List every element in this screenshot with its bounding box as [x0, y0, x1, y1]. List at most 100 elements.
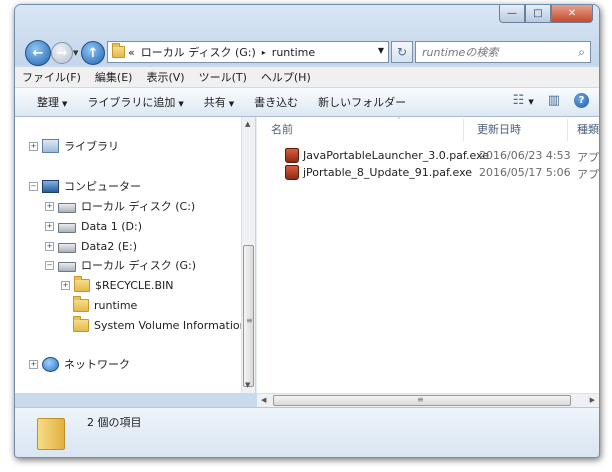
caption-buttons: — □ ✕	[499, 5, 593, 24]
preview-pane-icon[interactable]: ▥	[548, 93, 560, 108]
new-folder-button[interactable]: 新しいフォルダー	[308, 94, 416, 110]
file-name: jPortable_8_Update_91.paf.exe	[303, 166, 473, 179]
exe-icon	[285, 148, 299, 163]
scroll-up-icon[interactable]: ▲	[245, 120, 250, 128]
forward-button[interactable]: →	[51, 42, 73, 64]
breadcrumb-separator[interactable]: ▸	[262, 48, 266, 57]
folder-icon	[37, 418, 65, 450]
menu-help[interactable]: ヘルプ(H)	[254, 69, 318, 85]
tree-expander[interactable]: +	[45, 201, 54, 211]
scroll-down-icon[interactable]: ▼	[245, 381, 250, 389]
tree-item-network[interactable]: + ネットワーク	[29, 355, 130, 373]
tree-expander[interactable]: +	[29, 141, 38, 151]
tree-item-drive-c[interactable]: + ローカル ディスク (C:)	[45, 197, 195, 215]
tree-item-recycle-bin[interactable]: + $RECYCLE.BIN	[61, 275, 174, 294]
window-chrome: — □ ✕ ← → ▼ ↑ « ローカル ディスク (G:) ▸ runtime…	[15, 5, 599, 66]
tree-item-system-volume[interactable]: System Volume Information	[73, 315, 247, 334]
file-name-cell[interactable]: JavaPortableLauncher_3.0.paf.exe	[285, 148, 489, 163]
drive-icon	[58, 262, 76, 272]
scroll-left-icon[interactable]: ◀	[261, 396, 266, 404]
new-folder-label: 新しいフォルダー	[318, 96, 407, 109]
column-header-name[interactable]: 名前	[271, 121, 293, 137]
command-bar: 整理 ▼ ライブラリに追加 ▼ 共有 ▼ 書き込む 新しいフォルダー ☷ ▼ ▥ ?	[15, 88, 599, 117]
grip-icon: ≡	[417, 395, 424, 404]
tree-item-drive-e[interactable]: + Data2 (E:)	[45, 237, 137, 255]
tree-expander[interactable]: +	[61, 280, 70, 290]
file-list-scrollbar[interactable]: ◀ ≡ ▶	[257, 393, 599, 408]
view-options-button[interactable]: ☷ ▼	[513, 93, 534, 108]
details-pane: 2 個の項目	[15, 407, 599, 457]
tree-expander[interactable]: −	[29, 181, 38, 191]
tree-expander[interactable]: +	[45, 221, 54, 231]
tree-item-drive-g[interactable]: − ローカル ディスク (G:)	[45, 256, 196, 274]
refresh-icon: ↻	[396, 45, 408, 59]
folder-icon	[73, 315, 89, 332]
tree-item-label: Data2 (E:)	[81, 239, 137, 253]
toolbar-right: ☷ ▼ ▥ ?	[513, 93, 589, 108]
breadcrumb-runtime[interactable]: runtime	[272, 46, 315, 59]
burn-label: 書き込む	[254, 96, 299, 109]
tree-expander[interactable]: +	[45, 241, 54, 251]
file-list: ˄ 名前 更新日時 種類 JavaPortableLauncher_3.0.pa…	[257, 117, 599, 393]
refresh-button[interactable]: ↻	[391, 41, 413, 63]
tree-item-label: コンピューター	[64, 180, 141, 193]
search-input[interactable]: runtimeの検索 ⌕	[415, 41, 591, 63]
add-to-library-button[interactable]: ライブラリに追加 ▼	[77, 94, 193, 110]
scroll-thumb[interactable]: ≡	[243, 245, 254, 387]
tree-item-label: ローカル ディスク (G:)	[81, 259, 197, 272]
drive-icon	[58, 203, 76, 213]
share-button[interactable]: 共有 ▼	[194, 94, 244, 110]
scroll-right-icon[interactable]: ▶	[590, 396, 595, 404]
arrow-left-icon: ←	[32, 45, 44, 61]
menu-view[interactable]: 表示(V)	[139, 69, 191, 85]
tree-expander[interactable]: +	[29, 359, 38, 369]
tree-item-label: runtime	[94, 298, 138, 312]
organize-label: 整理	[37, 96, 59, 109]
minimize-button[interactable]: —	[499, 5, 525, 23]
folder-icon	[73, 295, 89, 312]
column-divider[interactable]	[567, 119, 568, 141]
address-overflow[interactable]: «	[128, 46, 135, 59]
history-dropdown-icon[interactable]: ▼	[73, 49, 78, 57]
menu-file[interactable]: ファイル(F)	[15, 69, 88, 85]
burn-button[interactable]: 書き込む	[244, 94, 308, 110]
add-to-library-label: ライブラリに追加	[87, 96, 176, 109]
navigation-scrollbar[interactable]: ▲ ≡ ▼	[241, 117, 256, 393]
close-button[interactable]: ✕	[551, 5, 593, 23]
back-button[interactable]: ←	[25, 40, 51, 66]
tree-item-libraries[interactable]: + ライブラリ	[29, 137, 119, 155]
file-type: アプリ	[577, 151, 599, 164]
arrow-up-icon: ↑	[87, 45, 99, 61]
chevron-down-icon: ▼	[528, 98, 534, 106]
tree-item-label: ネットワーク	[64, 358, 130, 371]
tree-item-label: ライブラリ	[64, 140, 119, 153]
chevron-down-icon: ▼	[62, 100, 68, 108]
tree-expander[interactable]: −	[45, 260, 54, 270]
address-bar[interactable]: « ローカル ディスク (G:) ▸ runtime ▼	[107, 41, 389, 63]
organize-button[interactable]: 整理 ▼	[15, 94, 77, 110]
tree-item-label: System Volume Information	[94, 318, 247, 332]
column-header-type[interactable]: 種類	[577, 121, 599, 137]
column-header-date[interactable]: 更新日時	[477, 121, 521, 137]
menu-tools[interactable]: ツール(T)	[192, 69, 254, 85]
file-type: アプリ	[577, 168, 599, 181]
tree-item-label: $RECYCLE.BIN	[95, 278, 174, 292]
drive-icon	[58, 223, 76, 233]
exe-icon	[285, 165, 299, 180]
address-dropdown-icon[interactable]: ▼	[378, 46, 384, 55]
up-button[interactable]: ↑	[81, 41, 105, 65]
search-icon[interactable]: ⌕	[578, 45, 585, 60]
column-divider[interactable]	[463, 119, 464, 141]
breadcrumb-drive[interactable]: ローカル ディスク (G:)	[141, 44, 256, 60]
share-label: 共有	[203, 96, 226, 109]
computer-icon	[42, 179, 59, 193]
tree-item-computer[interactable]: − コンピューター	[29, 177, 141, 195]
tree-item-drive-d[interactable]: + Data 1 (D:)	[45, 217, 142, 235]
tree-item-runtime[interactable]: runtime	[73, 295, 138, 314]
file-name-cell[interactable]: jPortable_8_Update_91.paf.exe	[285, 165, 472, 180]
network-icon	[42, 356, 59, 372]
help-icon[interactable]: ?	[574, 93, 589, 108]
maximize-button[interactable]: □	[525, 5, 551, 23]
grip-icon: ≡	[246, 316, 253, 325]
menu-edit[interactable]: 編集(E)	[88, 69, 140, 85]
